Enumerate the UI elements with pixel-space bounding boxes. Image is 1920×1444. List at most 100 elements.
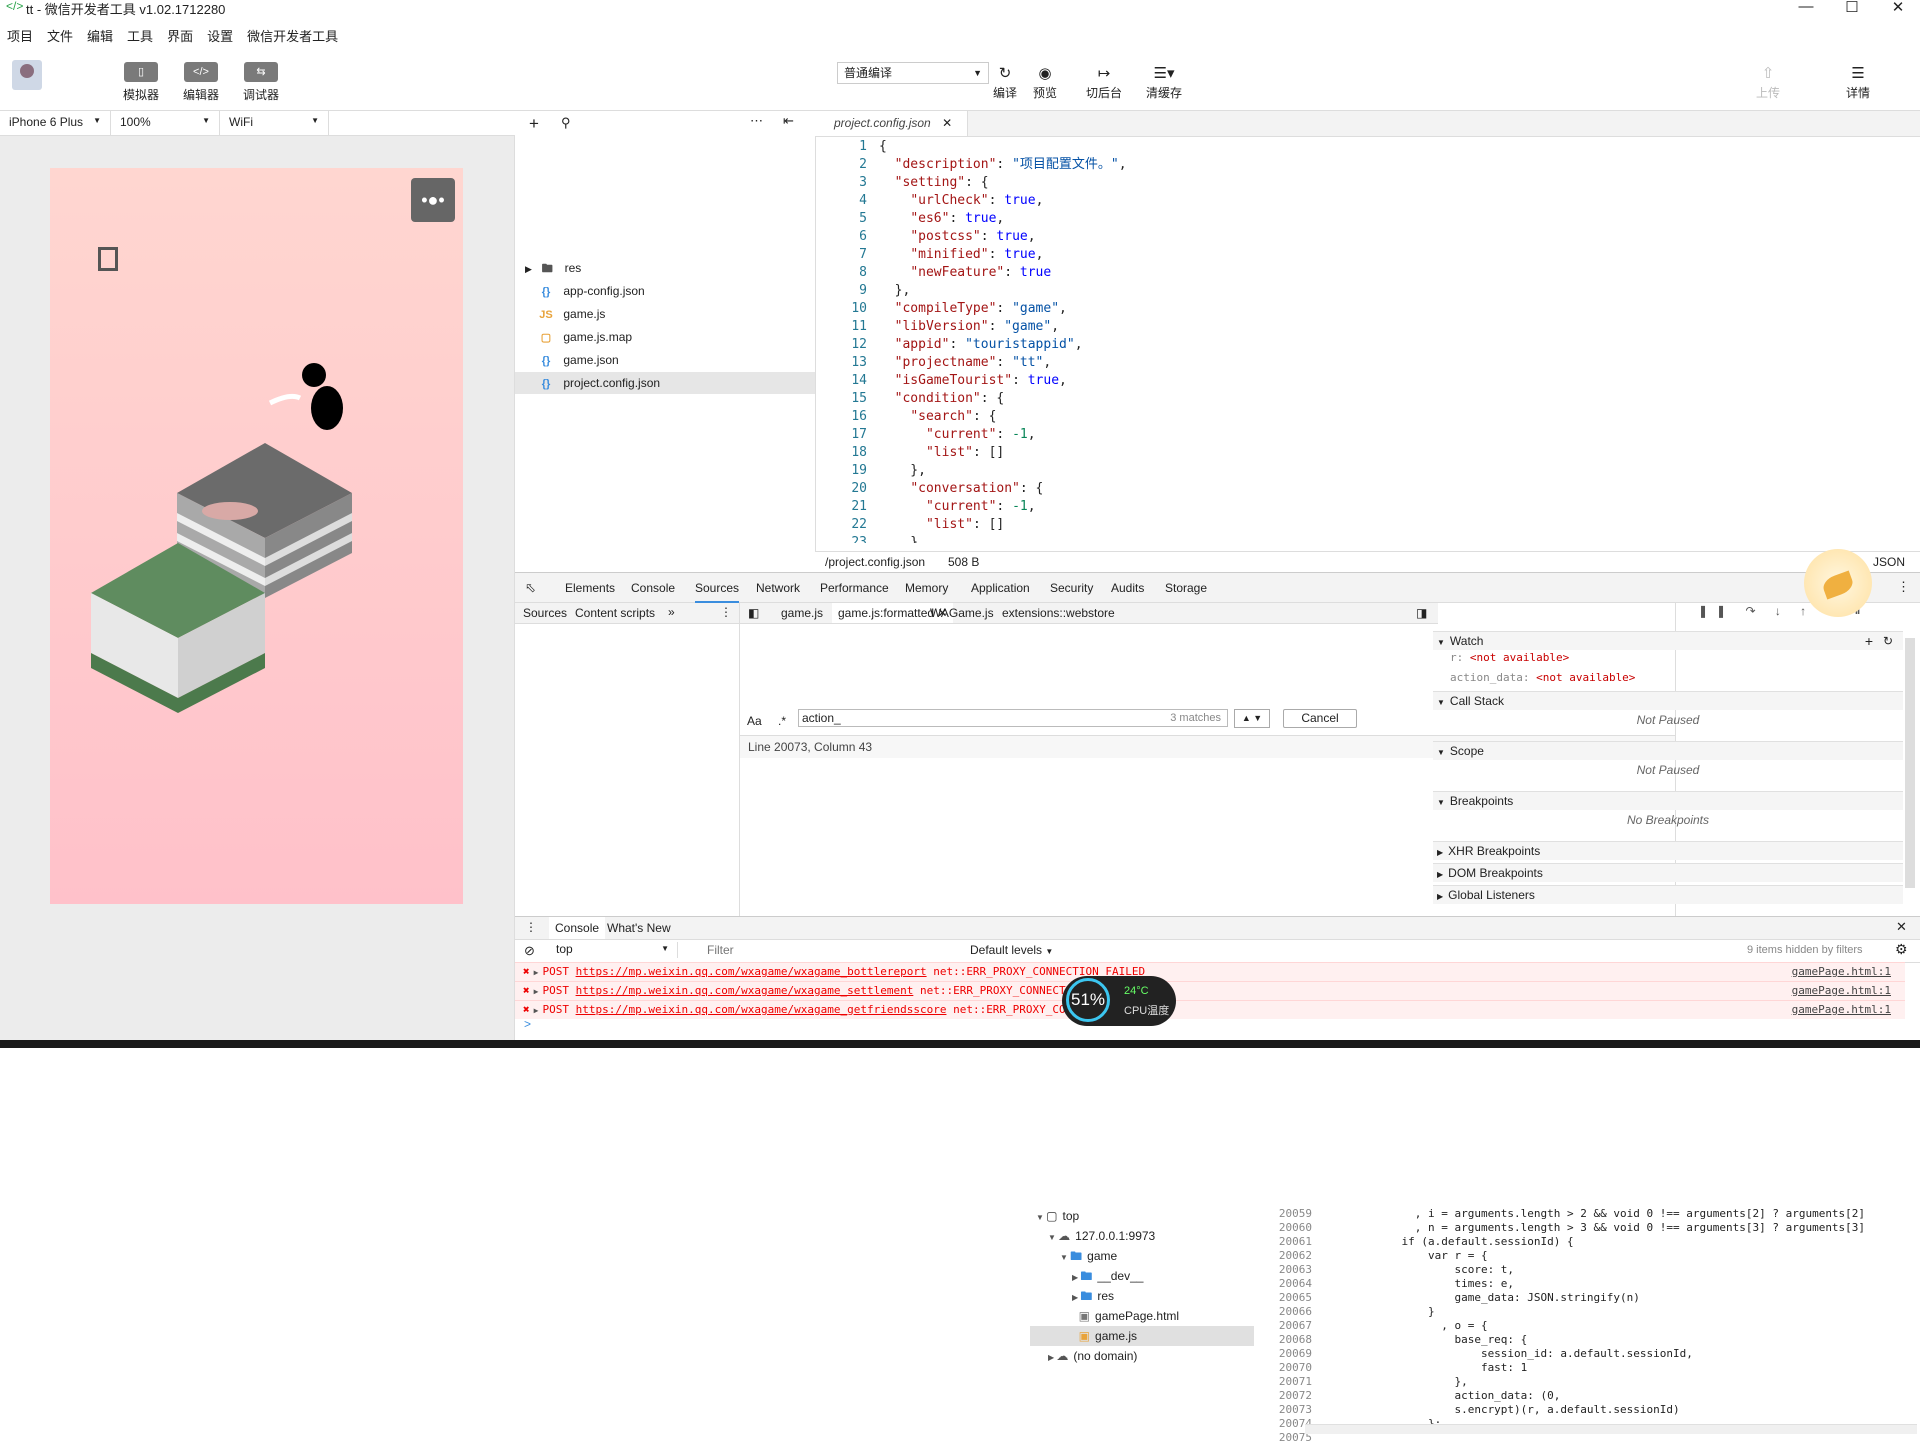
section-dom-breakpoints[interactable]: ▶ DOM Breakpoints	[1433, 863, 1903, 882]
search-nav-buttons[interactable]: ▲ ▼	[1234, 709, 1270, 728]
source-tree-item[interactable]: ▶ ☁ (no domain)	[1048, 1346, 1137, 1366]
clear-cache-button[interactable]: ☰▾ 清缓存	[1146, 64, 1182, 101]
horizontal-scrollbar[interactable]	[1305, 1424, 1917, 1434]
section-scope[interactable]: ▼ Scope	[1433, 741, 1903, 760]
file-item-project-config[interactable]: {} project.config.json	[538, 372, 660, 394]
menu-item-view[interactable]: 界面	[160, 24, 200, 46]
console-error-row[interactable]: ✖ ▶ POST https://mp.weixin.qq.com/wxagame/…	[515, 981, 1905, 1000]
section-breakpoints[interactable]: ▼ Breakpoints	[1433, 791, 1903, 810]
source-tab-wagame[interactable]: WAGame.js	[930, 606, 994, 620]
tab-storage[interactable]: Storage	[1165, 581, 1207, 595]
nav-tab-sources[interactable]: Sources	[523, 606, 567, 620]
gear-icon[interactable]: ⚙	[1895, 941, 1908, 958]
nav-tab-content-scripts[interactable]: Content scripts	[575, 606, 655, 620]
watch-expression[interactable]: action_data: <not available>	[1450, 671, 1635, 684]
minimize-button[interactable]: —	[1783, 0, 1829, 16]
tab-console[interactable]: Console	[631, 581, 675, 595]
tab-application[interactable]: Application	[971, 581, 1030, 595]
tab-audits[interactable]: Audits	[1111, 581, 1144, 595]
source-tab-game-js[interactable]: game.js	[781, 606, 823, 620]
debugger-toggle-button[interactable]: ⇆ 调试器	[241, 62, 281, 103]
tab-performance[interactable]: Performance	[820, 581, 889, 595]
console-error-row[interactable]: ✖ ▶ POST https://mp.weixin.qq.com/wxagame/…	[515, 1000, 1905, 1019]
network-select[interactable]: WiFi ▼	[220, 111, 329, 135]
request-url[interactable]: https://mp.weixin.qq.com/wxagame/wxagame…	[576, 965, 927, 978]
assistant-bird-icon[interactable]	[1804, 549, 1872, 617]
toggle-debugger-icon[interactable]: ◨	[1416, 606, 1427, 620]
regex-toggle[interactable]: .*	[778, 714, 786, 728]
close-icon[interactable]: ✕	[942, 116, 952, 130]
add-watch-icon[interactable]: +	[1865, 632, 1873, 650]
section-call-stack[interactable]: ▼ Call Stack	[1433, 691, 1903, 710]
context-select[interactable]: top ▼	[552, 942, 678, 958]
file-item-app-config[interactable]: {} app-config.json	[538, 280, 645, 302]
more-icon[interactable]: ⋯	[750, 113, 763, 129]
game-canvas[interactable]: •●•	[50, 168, 463, 904]
details-button[interactable]: ☰ 详情	[1846, 64, 1870, 101]
file-item-game-js[interactable]: JS game.js	[538, 303, 605, 325]
simulator-toggle-button[interactable]: ▯ 模拟器	[121, 62, 161, 103]
file-item-game-json[interactable]: {} game.json	[538, 349, 619, 371]
log-levels-select[interactable]: Default levels ▼	[970, 943, 1053, 957]
maximize-button[interactable]: ☐	[1829, 0, 1875, 16]
clear-console-icon[interactable]: ⊘	[524, 943, 535, 959]
close-icon[interactable]: ✕	[1896, 919, 1907, 935]
device-select[interactable]: iPhone 6 Plus ▼	[0, 111, 111, 135]
cpu-monitor-widget[interactable]: 51% 24°C CPU温度	[1062, 976, 1176, 1026]
tab-network[interactable]: Network	[756, 581, 800, 595]
editor-tab[interactable]: project.config.json ✕	[815, 111, 968, 136]
request-url[interactable]: https://mp.weixin.qq.com/wxagame/wxagame…	[576, 984, 914, 997]
menu-item-file[interactable]: 文件	[40, 24, 80, 46]
avatar[interactable]	[12, 60, 42, 90]
file-item-res[interactable]: ▶ 🖿 res	[525, 257, 581, 279]
source-tree-item[interactable]: ▼ ☁ 127.0.0.1:9973	[1048, 1226, 1155, 1246]
compile-mode-select[interactable]: 普通编译 ▼	[837, 62, 989, 84]
upload-button[interactable]: ⇧ 上传	[1756, 64, 1780, 101]
menu-item-tools[interactable]: 工具	[120, 24, 160, 46]
toggle-navigator-icon[interactable]: ◧	[748, 606, 759, 620]
close-window-button[interactable]: ✕	[1875, 0, 1920, 16]
compile-button[interactable]: ↻ 编译	[993, 64, 1017, 101]
source-tree-item[interactable]: ▶ 🖿 res	[1072, 1286, 1114, 1306]
console-error-row[interactable]: ✖ ▶ POST https://mp.weixin.qq.com/wxagame/…	[515, 962, 1905, 981]
add-file-button[interactable]: +	[529, 114, 539, 134]
search-input[interactable]: action_ 3 matches	[798, 709, 1228, 727]
source-tree-item[interactable]: ▣ gamePage.html	[1072, 1306, 1179, 1326]
editor-code-area[interactable]: 1{2 "description": "项目配置文件。", 3 "setting"…	[815, 138, 1920, 543]
request-url[interactable]: https://mp.weixin.qq.com/wxagame/wxagame…	[576, 1003, 947, 1016]
file-item-game-js-map[interactable]: ▢ game.js.map	[538, 326, 632, 348]
menu-item-settings[interactable]: 设置	[200, 24, 240, 46]
tab-elements[interactable]: Elements	[565, 581, 615, 595]
background-button[interactable]: ↦ 切后台	[1086, 64, 1122, 101]
source-tree-item[interactable]: ▣ game.js	[1072, 1326, 1137, 1346]
drawer-tab-console[interactable]: Console	[549, 917, 606, 939]
console-filter-input[interactable]	[705, 942, 909, 958]
tab-security[interactable]: Security	[1050, 581, 1093, 595]
source-tree-item[interactable]: ▼ ▢ top	[1036, 1206, 1079, 1226]
drawer-tab-whats-new[interactable]: What's New	[607, 921, 671, 935]
double-chevron-icon[interactable]: »	[668, 605, 675, 619]
preview-button[interactable]: ◉ 预览	[1033, 64, 1057, 101]
source-tree-item[interactable]: ▼ 🖿 game	[1060, 1246, 1117, 1266]
tab-sources[interactable]: Sources	[695, 581, 740, 603]
inspect-icon[interactable]: ⬁	[525, 580, 536, 596]
source-link[interactable]: gamePage.html:1	[1792, 1001, 1891, 1019]
source-tab-extensions[interactable]: extensions::webstore	[1002, 606, 1115, 620]
source-link[interactable]: gamePage.html:1	[1792, 982, 1891, 1000]
more-vertical-icon[interactable]: ⋮	[1897, 579, 1910, 595]
more-vertical-icon[interactable]: ⋮	[720, 605, 732, 619]
source-tree-item[interactable]: ▶ 🖿 __dev__	[1072, 1266, 1143, 1286]
scrollbar[interactable]	[1905, 638, 1915, 888]
section-xhr-breakpoints[interactable]: ▶ XHR Breakpoints	[1433, 841, 1903, 860]
watch-expression[interactable]: r: <not available>	[1450, 651, 1569, 664]
search-cancel-button[interactable]: Cancel	[1283, 709, 1357, 728]
menu-item-edit[interactable]: 编辑	[80, 24, 120, 46]
source-link[interactable]: gamePage.html:1	[1792, 963, 1891, 981]
section-global-listeners[interactable]: ▶ Global Listeners	[1433, 885, 1903, 904]
editor-toggle-button[interactable]: </> 编辑器	[181, 62, 221, 103]
menu-item-devtools[interactable]: 微信开发者工具	[240, 24, 345, 46]
refresh-icon[interactable]: ↻	[1883, 632, 1893, 650]
search-icon[interactable]: ⚲	[561, 115, 571, 131]
section-watch[interactable]: ▼ Watch + ↻	[1433, 631, 1903, 650]
tab-memory[interactable]: Memory	[905, 581, 948, 595]
